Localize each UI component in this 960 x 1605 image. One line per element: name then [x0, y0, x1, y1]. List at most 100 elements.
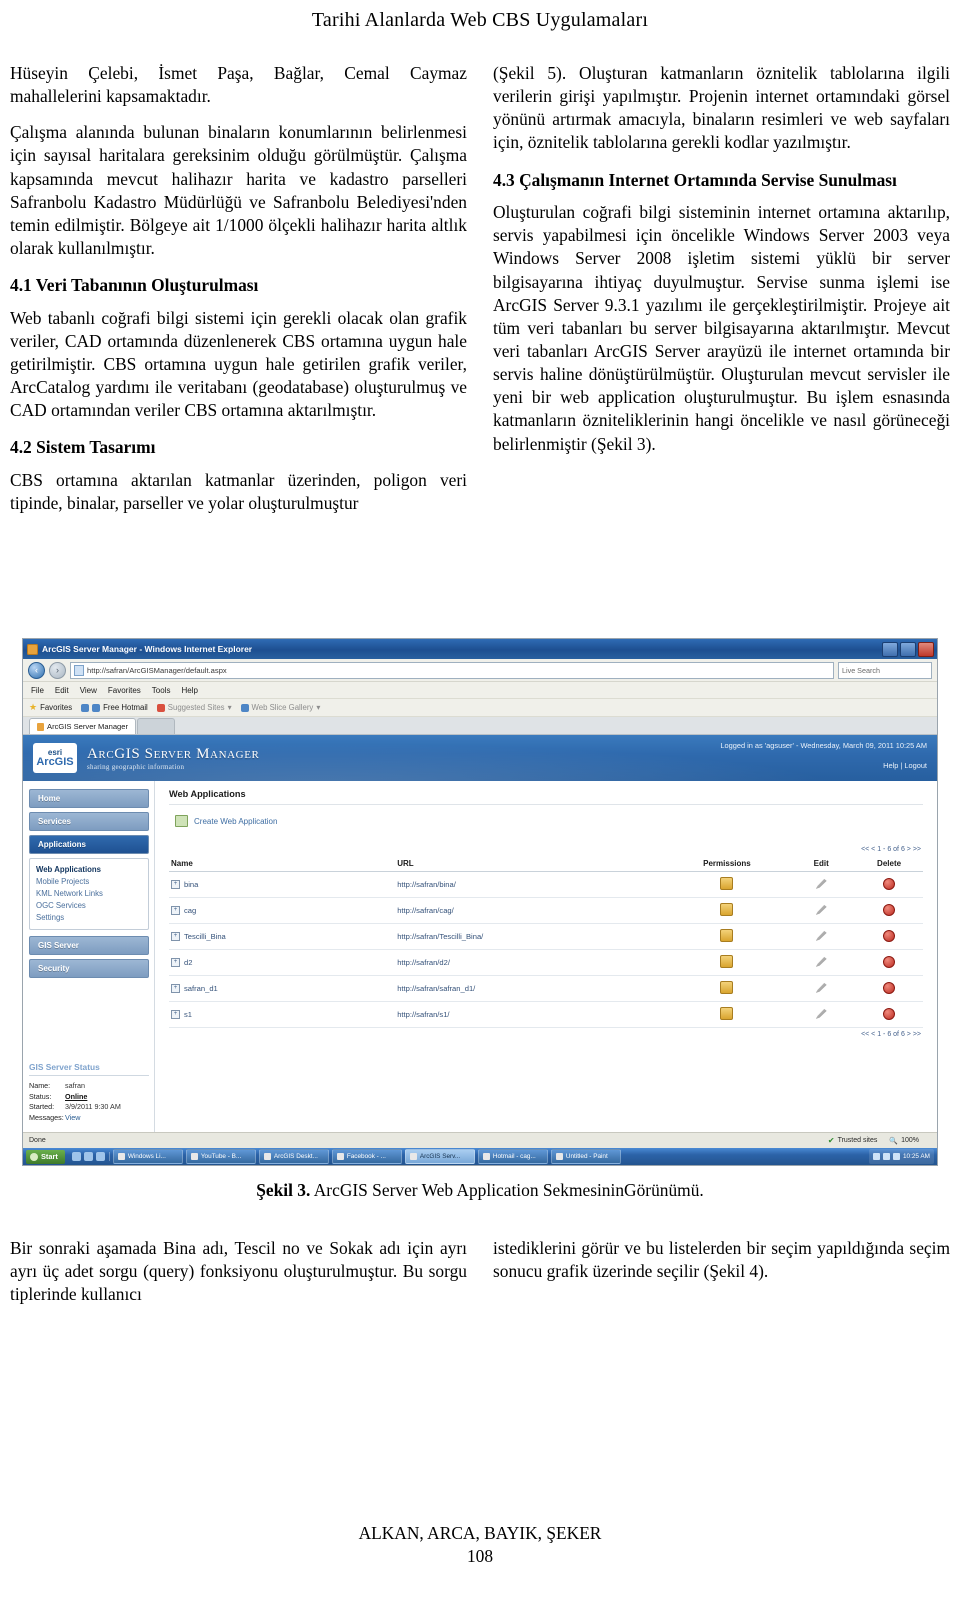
favorite-label-2: Suggested Sites [167, 703, 225, 712]
taskbar-button-active[interactable]: ArcGIS Serv... [404, 1149, 475, 1164]
taskbar-button-4[interactable]: Facebook - ... [331, 1149, 402, 1164]
menu-view[interactable]: View [80, 686, 97, 695]
permissions-key-icon[interactable] [720, 981, 734, 994]
edit-pencil-icon[interactable] [815, 956, 827, 967]
delete-icon[interactable] [883, 1007, 896, 1020]
left-column: Hüseyin Çelebi, İsmet Paşa, Bağlar, Cema… [10, 62, 467, 515]
column-header-delete: Delete [855, 856, 923, 872]
permissions-key-icon[interactable] [720, 903, 734, 916]
expand-icon[interactable]: + [171, 880, 180, 889]
favorite-web-slice-gallery[interactable]: Web Slice Gallery ▾ [240, 703, 320, 712]
favorite-suggested-sites[interactable]: Suggested Sites ▾ [156, 703, 232, 712]
back-arrow-icon[interactable]: ‹ [28, 661, 45, 679]
cell-url[interactable]: http://safran/cag/ [395, 897, 667, 924]
taskbar-button-2[interactable]: YouTube - B... [185, 1149, 256, 1164]
tray-icon-3[interactable] [892, 1153, 900, 1160]
url-input[interactable]: http://safran/ArcGISManager/default.aspx [70, 661, 834, 679]
submenu-item-ogc-services[interactable]: OGC Services [36, 900, 142, 912]
pager-bottom[interactable]: << < 1 - 6 of 6 > >> [169, 1028, 923, 1041]
pager-top[interactable]: << < 1 - 6 of 6 > >> [169, 843, 923, 856]
submenu-item-kml-network-links[interactable]: KML Network Links [36, 888, 142, 900]
taskbar-button-1[interactable]: Windows Li... [112, 1149, 183, 1164]
permissions-key-icon[interactable] [720, 1007, 734, 1020]
ie-icon [27, 643, 38, 655]
system-tray[interactable]: 10:25 AM [868, 1149, 934, 1164]
menu-tools[interactable]: Tools [152, 686, 171, 695]
help-logout-links[interactable]: Help | Logout [720, 761, 927, 770]
ie-quicklaunch-icon[interactable] [83, 1152, 93, 1161]
permissions-key-icon[interactable] [720, 877, 734, 890]
close-button[interactable] [918, 642, 934, 657]
media-quicklaunch-icon[interactable] [95, 1152, 105, 1161]
maximize-button[interactable] [900, 642, 916, 657]
sidebar-item-security[interactable]: Security [29, 959, 149, 979]
cell-url[interactable]: http://safran/Tescilli_Bina/ [395, 923, 667, 950]
sidebar-item-gis-server[interactable]: GIS Server [29, 936, 149, 956]
minimize-button[interactable] [882, 642, 898, 657]
status-value-messages[interactable]: View [65, 1113, 80, 1124]
sidebar-item-services[interactable]: Services [29, 812, 149, 831]
cell-url[interactable]: http://safran/safran_d1/ [395, 975, 667, 1002]
new-tab-button[interactable] [137, 718, 176, 734]
edit-pencil-icon[interactable] [815, 904, 827, 915]
cell-url[interactable]: http://safran/d2/ [395, 949, 667, 976]
edit-pencil-icon[interactable] [815, 878, 827, 889]
tray-icon-2[interactable] [882, 1153, 890, 1160]
submenu-item-web-applications[interactable]: Web Applications [36, 864, 142, 876]
permissions-key-icon[interactable] [720, 955, 734, 968]
edit-pencil-icon[interactable] [815, 982, 827, 993]
menu-help[interactable]: Help [181, 686, 197, 695]
cell-url[interactable]: http://safran/bina/ [395, 871, 667, 898]
expand-icon[interactable]: + [171, 958, 180, 967]
table-row[interactable]: + bina http://safran/bina/ [169, 871, 923, 898]
table-row[interactable]: + Tescilli_Bina http://safran/Tescilli_Bi… [169, 923, 923, 950]
menu-favorites[interactable]: Favorites [108, 686, 141, 695]
expand-icon[interactable]: + [171, 932, 180, 941]
zone-text: Trusted sites [837, 1137, 878, 1144]
menu-file[interactable]: File [31, 686, 44, 695]
window-controls[interactable] [882, 642, 934, 657]
delete-icon[interactable] [883, 955, 896, 968]
delete-icon[interactable] [883, 903, 896, 916]
sidebar-item-home[interactable]: Home [29, 789, 149, 808]
taskbar-button-5[interactable]: Hotmail - cag... [477, 1149, 548, 1164]
submenu-item-mobile-projects[interactable]: Mobile Projects [36, 876, 142, 888]
page-icon [74, 664, 84, 676]
tab-arcgis-server-manager[interactable]: ArcGIS Server Manager [29, 718, 137, 734]
tray-icon-1[interactable] [872, 1153, 880, 1160]
delete-icon[interactable] [883, 981, 896, 994]
table-row[interactable]: + s1 http://safran/s1/ [169, 1001, 923, 1028]
table-row[interactable]: + cag http://safran/cag/ [169, 897, 923, 924]
favorite-free-hotmail[interactable]: Free Hotmail [81, 703, 148, 712]
forward-arrow-icon[interactable]: › [49, 661, 66, 679]
zoom-level[interactable]: 🔍 100% [889, 1137, 919, 1145]
search-input[interactable]: Live Search [838, 661, 932, 679]
edit-pencil-icon[interactable] [815, 930, 827, 941]
expand-icon[interactable]: + [171, 1010, 180, 1019]
create-web-application-link[interactable]: Create Web Application [175, 815, 923, 827]
sidebar-item-applications[interactable]: Applications [29, 835, 149, 854]
expand-icon[interactable]: + [171, 984, 180, 993]
taskbar-button-3[interactable]: ArcGIS Deskt... [258, 1149, 329, 1164]
submenu-item-settings[interactable]: Settings [36, 912, 142, 924]
gis-server-status-panel: GIS Server Status Name: safran Status: O… [29, 1062, 149, 1132]
menu-edit[interactable]: Edit [55, 686, 69, 695]
status-key-messages: Messages: [29, 1113, 64, 1123]
show-desktop-icon[interactable] [71, 1152, 81, 1161]
security-zone[interactable]: ✔ Trusted sites [828, 1136, 878, 1145]
permissions-key-icon[interactable] [720, 929, 734, 942]
start-button[interactable]: Start [26, 1149, 65, 1164]
favorites-button[interactable]: ★ Favorites [29, 702, 72, 713]
session-info: Logged in as 'agsuser' - Wednesday, Marc… [720, 741, 927, 770]
table-row[interactable]: + safran_d1 http://safran/safran_d1/ [169, 975, 923, 1002]
document-page: Tarihi Alanlarda Web CBS Uygulamaları Hü… [0, 0, 960, 1605]
cell-url[interactable]: http://safran/s1/ [395, 1001, 667, 1028]
table-row[interactable]: + d2 http://safran/d2/ [169, 949, 923, 976]
delete-icon[interactable] [883, 877, 896, 890]
edit-pencil-icon[interactable] [815, 1008, 827, 1019]
create-icon [175, 815, 188, 827]
browser-status-bar: Done ✔ Trusted sites 🔍 100% [23, 1132, 937, 1148]
delete-icon[interactable] [883, 929, 896, 942]
expand-icon[interactable]: + [171, 906, 180, 915]
taskbar-button-6[interactable]: Untitled - Paint [550, 1149, 621, 1164]
